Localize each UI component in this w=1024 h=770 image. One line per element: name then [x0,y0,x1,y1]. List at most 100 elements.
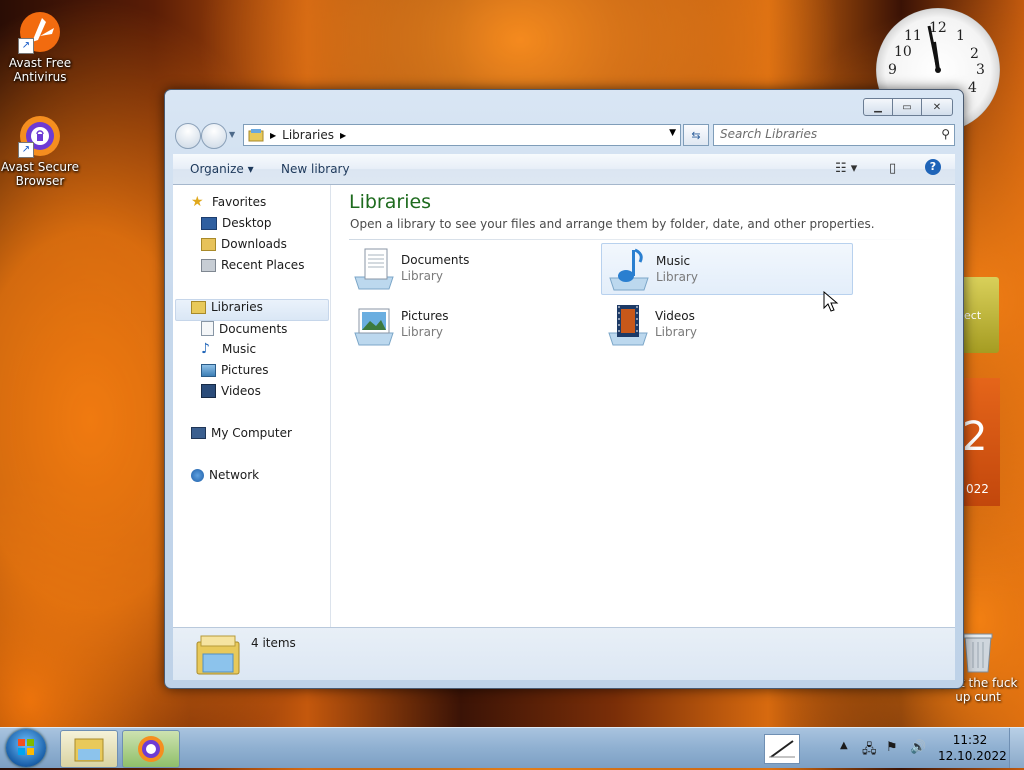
nav-item-desktop[interactable]: Desktop [201,216,272,230]
nav-item-documents[interactable]: Documents [201,321,287,336]
calendar-gadget[interactable]: 2 022 [962,378,1000,506]
taskbar: ▲ 🖧 ⚑ 🔊 11:32 12.10.2022 [0,727,1024,768]
breadcrumb-libraries[interactable]: Libraries [282,128,334,142]
forward-button[interactable] [201,123,227,149]
action-center-flag-icon[interactable]: ⚑ [886,740,898,755]
calendar-day: 2 [962,414,988,460]
start-button[interactable] [6,729,46,767]
tile-name: Documents [401,253,470,267]
item-count: 4 items [251,636,296,650]
help-icon[interactable]: ? [925,159,941,175]
mouse-cursor-icon [823,291,839,312]
search-box[interactable]: ⚲ [713,124,955,146]
pictures-library-icon [351,301,397,347]
desktop-icon-label: Avast Secure [1,160,79,174]
show-desktop-button[interactable] [1009,728,1024,768]
nav-item-my-computer[interactable]: My Computer [191,426,292,440]
libraries-folder-icon [196,635,240,675]
shortcut-arrow-icon: ↗ [18,142,34,158]
tile-name: Videos [655,309,695,323]
nav-item-downloads[interactable]: Downloads [201,237,287,251]
search-input[interactable] [714,125,930,143]
tile-name: Pictures [401,309,449,323]
tile-type: Library [655,325,697,339]
avast-browser-icon [138,736,164,762]
address-dropdown-arrow[interactable]: ▼ [669,128,676,138]
tile-type: Library [401,269,443,283]
search-icon[interactable]: ⚲ [941,127,950,141]
library-tile-pictures[interactable]: Pictures Library [347,299,597,349]
volume-icon[interactable]: 🔊 [910,740,926,755]
date-text: 12.10.2022 [938,749,1007,763]
organize-button[interactable]: Organize ▾ [190,162,254,176]
explorer-window: ▁ ▭ ✕ ▼ ▶ Libraries ▶ ▼ ⇆ ⚲ Organize ▾ N… [164,89,964,689]
back-button[interactable] [175,123,201,149]
nav-label: Videos [221,384,261,398]
show-hidden-icons-button[interactable]: ▲ [840,740,848,751]
pictures-icon [201,363,216,377]
tile-type: Library [656,270,698,284]
taskbar-explorer-button[interactable] [60,730,118,768]
network-tray-icon[interactable]: 🖧 [862,740,877,762]
taskbar-clock[interactable]: 11:32 12.10.2022 [938,732,1007,764]
avast-browser-icon: ↗ [18,114,62,158]
details-pane: 4 items [173,627,955,680]
documents-icon [201,321,214,336]
nav-label: My Computer [211,426,292,440]
nav-item-pictures[interactable]: Pictures [201,363,269,377]
minimize-button[interactable]: ▁ [863,98,893,116]
nav-item-libraries[interactable]: Libraries [191,300,263,314]
nav-label: Network [209,468,260,482]
nav-item-music[interactable]: ♪ Music [201,342,256,356]
main-pane: Libraries Open a library to see your fil… [331,185,955,628]
nav-label: Favorites [212,195,267,209]
nav-item-recent-places[interactable]: Recent Places [201,258,304,272]
documents-library-icon [351,245,397,291]
recycle-bin-icon [961,630,995,674]
taskbar-avast-browser-button[interactable] [122,730,180,768]
new-library-button[interactable]: New library [281,162,350,176]
nav-item-videos[interactable]: Videos [201,384,261,398]
desktop-icon-label: Antivirus [13,70,67,84]
libraries-icon [191,300,206,314]
time-text: 11:32 [952,733,988,747]
breadcrumb-separator[interactable]: ▶ [340,131,346,140]
content-area: ★ Favorites Desktop Downloads Recent Pla… [173,185,955,628]
tile-name: Music [656,254,691,268]
breadcrumb-separator[interactable]: ▶ [270,131,276,140]
library-tile-documents[interactable]: Documents Library [347,243,597,293]
nav-label: Music [222,342,257,356]
library-tile-videos[interactable]: Videos Library [601,299,851,349]
command-bar: Organize ▾ New library ☷ ▾ ▯ ? [173,154,955,185]
libraries-icon [248,129,264,142]
music-note-icon: ♪ [201,341,210,357]
desktop-icon-label: Avast Free [8,56,72,70]
nav-label: Documents [219,321,288,336]
windows-logo-icon [18,739,34,755]
recent-pages-dropdown[interactable]: ▼ [229,130,235,139]
slideshow-gadget[interactable]: ect [962,277,999,353]
desktop-icon-avast-antivirus[interactable]: ↗ Avast Free Antivirus [0,10,80,84]
nav-label: Recent Places [221,258,305,272]
film-strip-icon [201,384,216,398]
preview-pane-icon[interactable]: ▯ [889,161,896,176]
nav-label: Pictures [221,363,269,377]
recent-places-icon [201,258,216,272]
nav-item-network[interactable]: Network [191,468,259,482]
avast-logo-icon: ↗ [18,10,62,54]
address-bar[interactable]: ▶ Libraries ▶ ▼ [243,124,681,146]
maximize-button[interactable]: ▭ [892,98,922,116]
nav-item-favorites[interactable]: ★ Favorites [191,195,266,209]
desktop-icon-avast-browser[interactable]: ↗ Avast Secure Browser [0,114,80,188]
change-view-icon[interactable]: ☷ ▾ [835,161,857,176]
tray-pen-icon[interactable] [764,734,800,764]
desktop-icon [201,216,217,230]
library-tile-music[interactable]: Music Library [601,243,853,295]
network-icon [191,468,204,482]
page-title: Libraries [349,191,432,213]
refresh-button[interactable]: ⇆ [683,124,709,146]
desktop-icon-label: Browser [15,174,65,188]
close-button[interactable]: ✕ [921,98,953,116]
page-description: Open a library to see your files and arr… [350,217,875,231]
downloads-folder-icon [201,237,216,251]
